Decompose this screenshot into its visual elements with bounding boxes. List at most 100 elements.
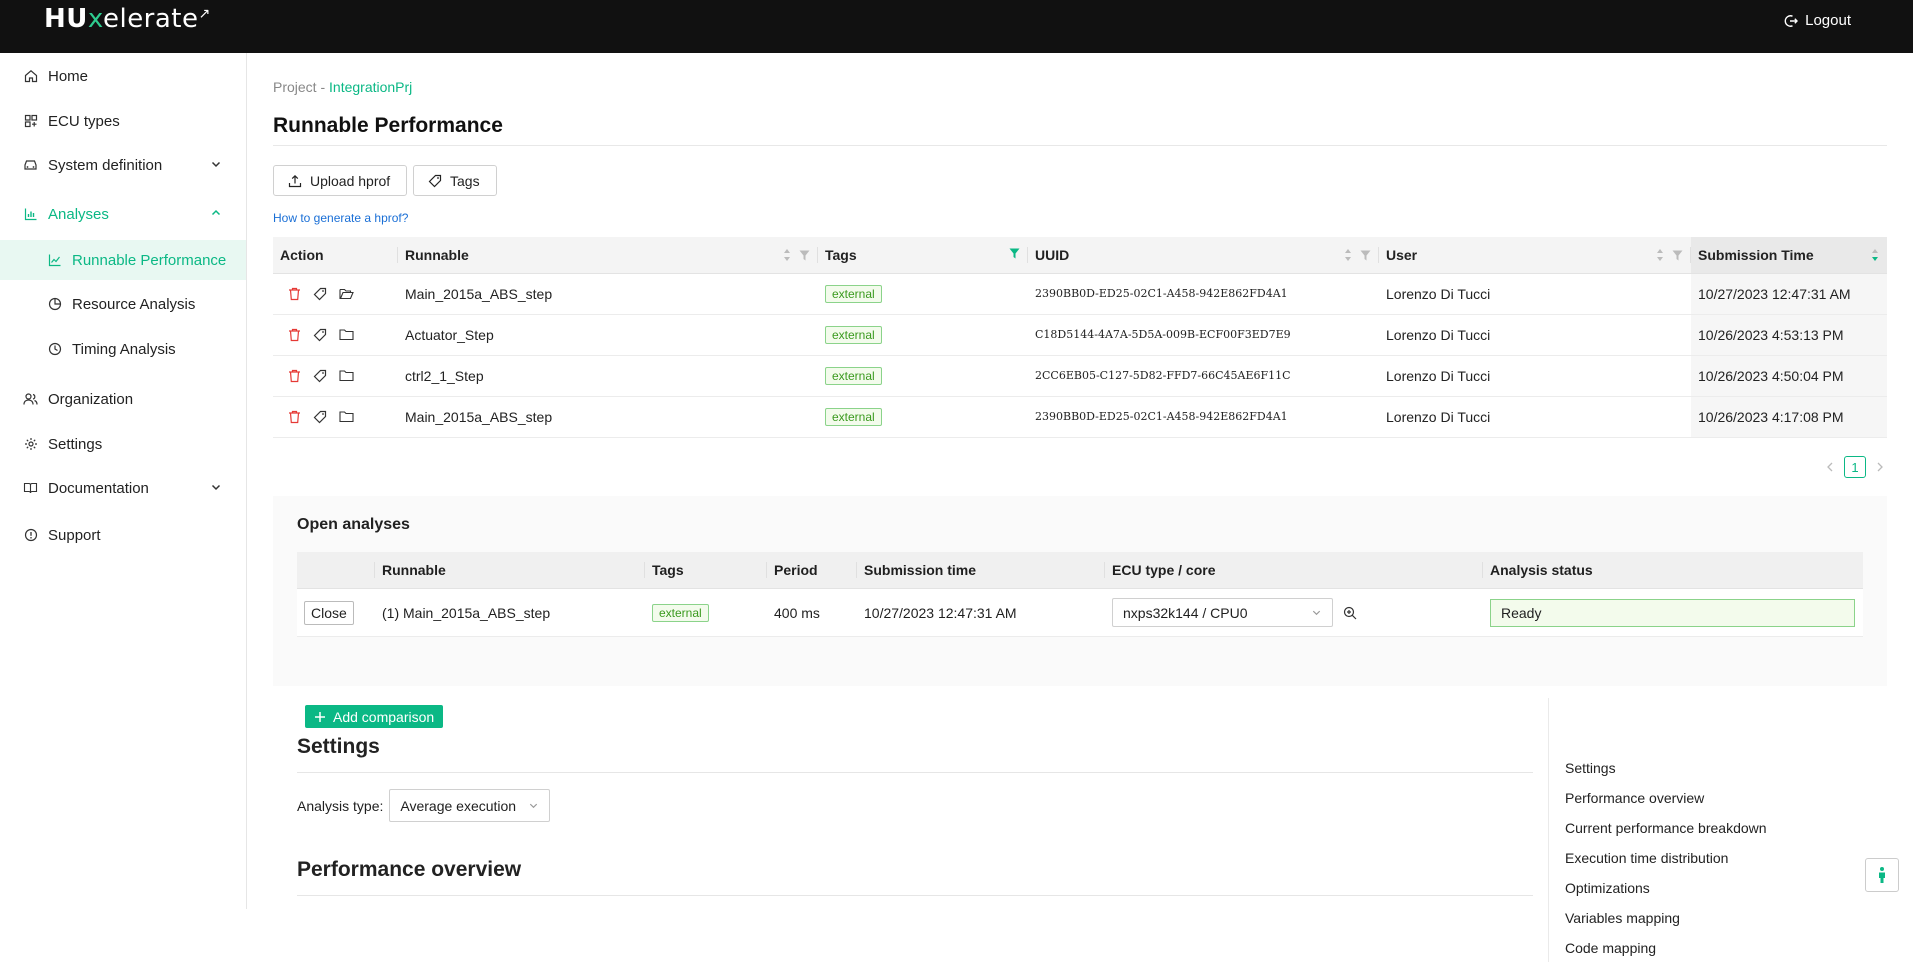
sidebar-item-timing-analysis[interactable]: Timing Analysis: [0, 329, 246, 369]
sort-icon[interactable]: [783, 248, 791, 262]
sidebar-item-documentation[interactable]: Documentation: [0, 468, 246, 508]
folder-icon[interactable]: [339, 369, 354, 382]
sidebar-item-home[interactable]: Home: [0, 56, 246, 96]
toc-item-performance-overview[interactable]: Performance overview: [1565, 790, 1704, 806]
how-to-generate-hprof-link[interactable]: How to generate a hprof?: [273, 211, 408, 225]
cell-submission-time: 10/26/2023 4:17:08 PM: [1691, 396, 1887, 438]
tag-icon[interactable]: [313, 369, 327, 383]
pagination: 1: [1826, 456, 1884, 478]
delete-icon[interactable]: [288, 410, 301, 424]
title-divider: [273, 145, 1887, 146]
chevron-down-icon: [211, 484, 221, 491]
table-row[interactable]: Main_2015a_ABS_step external 2390BB0D-ED…: [273, 273, 1887, 315]
table-row[interactable]: Main_2015a_ABS_step external 2390BB0D-ED…: [273, 396, 1887, 438]
column-header-close: [297, 552, 375, 589]
column-header-submission-time[interactable]: Submission Time: [1691, 237, 1887, 274]
chart-icon: [23, 207, 38, 222]
tag-icon[interactable]: [313, 287, 327, 301]
toc-item-execution-time-distribution[interactable]: Execution time distribution: [1565, 850, 1728, 866]
column-header-action: Action: [273, 237, 398, 274]
zoom-in-icon[interactable]: [1343, 606, 1357, 620]
tag-badge: external: [825, 325, 882, 344]
analysis-type-select[interactable]: Average execution: [389, 789, 551, 822]
chevron-up-icon: [211, 209, 221, 216]
delete-icon[interactable]: [288, 369, 301, 383]
table-row[interactable]: Actuator_Step external C18D5144-4A7A-5D5…: [273, 314, 1887, 356]
table-of-contents: Settings Performance overview Current pe…: [1548, 698, 1879, 962]
cell-uuid: 2390BB0D-ED25-02C1-A458-942E862FD4A1: [1028, 273, 1379, 315]
sort-icon[interactable]: [1656, 248, 1664, 262]
column-label: ECU type / core: [1112, 562, 1216, 578]
tag-icon: [428, 174, 442, 187]
line-chart-icon: [47, 253, 62, 268]
column-header-tags[interactable]: Tags: [818, 237, 1028, 274]
table-row[interactable]: ctrl2_1_Step external 2CC6EB05-C127-5D82…: [273, 355, 1887, 397]
column-header-uuid[interactable]: UUID: [1028, 237, 1379, 274]
folder-icon[interactable]: [339, 410, 354, 423]
upload-hprof-button[interactable]: Upload hprof: [273, 165, 407, 196]
sort-desc-icon[interactable]: [1871, 248, 1879, 262]
sidebar-item-ecu-types[interactable]: ECU types: [0, 101, 246, 141]
folder-icon[interactable]: [339, 328, 354, 341]
add-comparison-label: Add comparison: [333, 708, 435, 725]
delete-icon[interactable]: [288, 328, 301, 342]
ecu-core-select[interactable]: nxps32k144 / CPU0: [1112, 598, 1333, 627]
filter-icon[interactable]: [1360, 250, 1371, 261]
plus-icon: [315, 711, 325, 722]
app-logo[interactable]: HUxelerate↗: [44, 4, 211, 34]
home-icon: [23, 69, 38, 84]
sidebar-item-system-definition[interactable]: System definition: [0, 145, 246, 185]
toc-item-current-performance-breakdown[interactable]: Current performance breakdown: [1565, 820, 1767, 836]
performance-divider: [297, 895, 1533, 896]
filter-active-icon[interactable]: [1009, 248, 1020, 259]
prev-page-icon[interactable]: [1826, 462, 1834, 472]
toc-item-settings[interactable]: Settings: [1565, 760, 1616, 776]
delete-icon[interactable]: [288, 287, 301, 301]
book-icon: [23, 481, 38, 496]
sort-icon[interactable]: [1344, 248, 1352, 262]
cell-user: Lorenzo Di Tucci: [1379, 355, 1691, 397]
folder-open-icon[interactable]: [339, 287, 354, 300]
sidebar-item-runnable-performance[interactable]: Runnable Performance: [0, 240, 246, 280]
sidebar-item-analyses[interactable]: Analyses: [0, 194, 246, 234]
car-icon: [23, 158, 38, 173]
page-button-current[interactable]: 1: [1844, 456, 1866, 478]
gear-icon: [23, 437, 38, 452]
toc-item-optimizations[interactable]: Optimizations: [1565, 880, 1650, 896]
sidebar-item-support[interactable]: Support: [0, 515, 246, 555]
close-analysis-button[interactable]: Close: [304, 600, 354, 625]
next-page-icon[interactable]: [1876, 462, 1884, 472]
logo-arrow-icon: ↗: [198, 6, 211, 22]
sidebar-item-settings[interactable]: Settings: [0, 424, 246, 464]
pointer-help-icon: [1879, 867, 1885, 883]
breadcrumb-prefix: Project -: [273, 79, 330, 95]
team-icon: [23, 392, 38, 407]
add-comparison-button[interactable]: Add comparison: [305, 705, 444, 728]
logout-button[interactable]: Logout: [1784, 12, 1851, 29]
tag-icon[interactable]: [313, 328, 327, 342]
tags-button[interactable]: Tags: [413, 165, 497, 196]
tag-badge: external: [825, 407, 882, 426]
toc-item-variables-mapping[interactable]: Variables mapping: [1565, 910, 1680, 926]
tag-icon[interactable]: [313, 410, 327, 424]
cell-uuid: 2CC6EB05-C127-5D82-FFD7-66C45AE6F11C: [1028, 355, 1379, 397]
cell-submission-time: 10/27/2023 12:47:31 AM: [1691, 273, 1887, 315]
column-header-user[interactable]: User: [1379, 237, 1691, 274]
cell-user: Lorenzo Di Tucci: [1379, 396, 1691, 438]
help-fab-button[interactable]: [1865, 858, 1899, 892]
filter-icon[interactable]: [1672, 250, 1683, 261]
sidebar-item-organization[interactable]: Organization: [0, 379, 246, 419]
tags-label: Tags: [450, 172, 480, 189]
sidebar-item-label: Analyses: [48, 205, 109, 223]
logout-icon: [1784, 14, 1799, 27]
sidebar-item-label: Organization: [48, 390, 134, 408]
runs-table: Action Runnable Tags UUID User Submissio…: [273, 237, 1887, 438]
header-controls: [1344, 248, 1371, 262]
breadcrumb-project-link[interactable]: IntegrationPrj: [329, 79, 412, 95]
sidebar-item-label: System definition: [48, 156, 163, 174]
column-header-runnable[interactable]: Runnable: [398, 237, 818, 274]
performance-overview-title: Performance overview: [297, 858, 522, 881]
toc-item-code-mapping[interactable]: Code mapping: [1565, 940, 1656, 956]
sidebar-item-resource-analysis[interactable]: Resource Analysis: [0, 284, 246, 324]
filter-icon[interactable]: [799, 250, 810, 261]
